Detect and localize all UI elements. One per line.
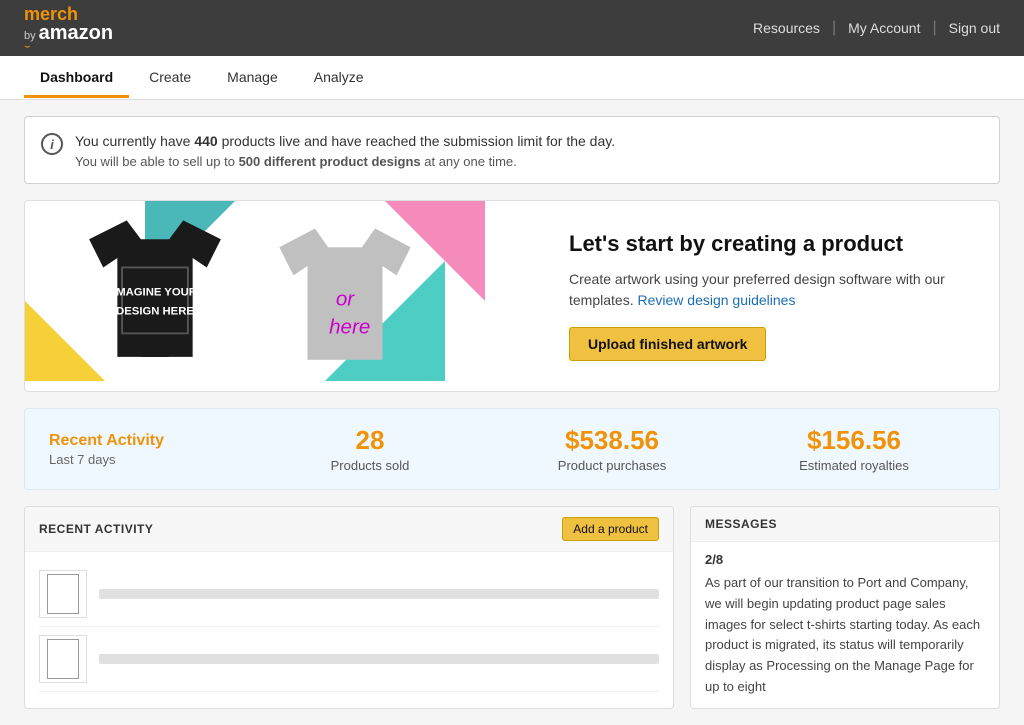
stats-estimated-royalties: $156.56 Estimated royalties <box>733 425 975 473</box>
activity-item-2 <box>39 627 659 692</box>
product-thumbnail-2 <box>39 635 87 683</box>
recent-activity-title: Recent Activity <box>49 432 249 450</box>
messages-card: MESSAGES 2/8 As part of our transition t… <box>690 506 1000 709</box>
alert-message: You currently have 440 products live and… <box>75 131 615 152</box>
tab-manage[interactable]: Manage <box>211 57 294 98</box>
header-navigation: Resources | My Account | Sign out <box>753 19 1000 37</box>
divider2: | <box>932 19 936 37</box>
message-body: As part of our transition to Port and Co… <box>705 573 985 698</box>
recent-activity-card: RECENT ACTIVITY Add a product <box>24 506 674 709</box>
estimated-royalties-value: $156.56 <box>733 425 975 456</box>
stats-title-area: Recent Activity Last 7 days <box>49 432 249 467</box>
stats-period: Last 7 days <box>49 452 249 467</box>
tab-dashboard[interactable]: Dashboard <box>24 57 129 98</box>
upload-artwork-button[interactable]: Upload finished artwork <box>569 327 766 361</box>
message-date: 2/8 <box>705 552 985 567</box>
main-content: i You currently have 440 products live a… <box>0 100 1024 725</box>
recent-activity-header: RECENT ACTIVITY Add a product <box>25 507 673 552</box>
product-info-1 <box>99 589 659 599</box>
svg-text:IMAGINE YOUR: IMAGINE YOUR <box>113 287 197 299</box>
products-sold-label: Products sold <box>249 458 491 473</box>
my-account-link[interactable]: My Account <box>848 20 920 36</box>
bottom-section: RECENT ACTIVITY Add a product <box>24 506 1000 709</box>
nav-tabs: Dashboard Create Manage Analyze <box>0 56 1024 100</box>
hero-image: IMAGINE YOUR DESIGN HERE or here <box>25 201 545 391</box>
tab-analyze[interactable]: Analyze <box>298 57 380 98</box>
stats-product-purchases: $538.56 Product purchases <box>491 425 733 473</box>
stats-bar: Recent Activity Last 7 days 28 Products … <box>24 408 1000 490</box>
hero-title: Let's start by creating a product <box>569 231 969 257</box>
alert-banner: i You currently have 440 products live a… <box>24 116 1000 184</box>
product-purchases-value: $538.56 <box>491 425 733 456</box>
svg-text:here: here <box>329 316 370 339</box>
recent-activity-card-title: RECENT ACTIVITY <box>39 522 153 536</box>
recent-activity-body <box>25 552 673 702</box>
add-product-button[interactable]: Add a product <box>562 517 659 541</box>
product-thumbnail-1 <box>39 570 87 618</box>
messages-header: MESSAGES <box>691 507 999 542</box>
products-sold-value: 28 <box>249 425 491 456</box>
design-guidelines-link[interactable]: Review design guidelines <box>637 292 795 308</box>
header: merch by amazon ⌣ Resources | My Account… <box>0 0 1024 56</box>
svg-text:DESIGN HERE: DESIGN HERE <box>116 306 194 318</box>
svg-text:or: or <box>336 287 355 310</box>
estimated-royalties-label: Estimated royalties <box>733 458 975 473</box>
hero-description: Create artwork using your preferred desi… <box>569 269 969 311</box>
logo: merch by amazon ⌣ <box>24 5 113 52</box>
alert-sub-message: You will be able to sell up to 500 diffe… <box>75 154 615 169</box>
stats-products-sold: 28 Products sold <box>249 425 491 473</box>
info-icon: i <box>41 133 63 155</box>
divider1: | <box>832 19 836 37</box>
hero-banner: IMAGINE YOUR DESIGN HERE or here Let's s… <box>24 200 1000 392</box>
product-info-2 <box>99 654 659 664</box>
product-purchases-label: Product purchases <box>491 458 733 473</box>
logo-amazon: amazon <box>39 23 113 43</box>
logo-merch: merch <box>24 5 78 23</box>
messages-card-title: MESSAGES <box>705 517 777 531</box>
tab-create[interactable]: Create <box>133 57 207 98</box>
resources-link[interactable]: Resources <box>753 20 820 36</box>
messages-body: 2/8 As part of our transition to Port an… <box>691 542 999 708</box>
sign-out-link[interactable]: Sign out <box>949 20 1000 36</box>
hero-text: Let's start by creating a product Create… <box>545 201 999 391</box>
activity-item-1 <box>39 562 659 627</box>
